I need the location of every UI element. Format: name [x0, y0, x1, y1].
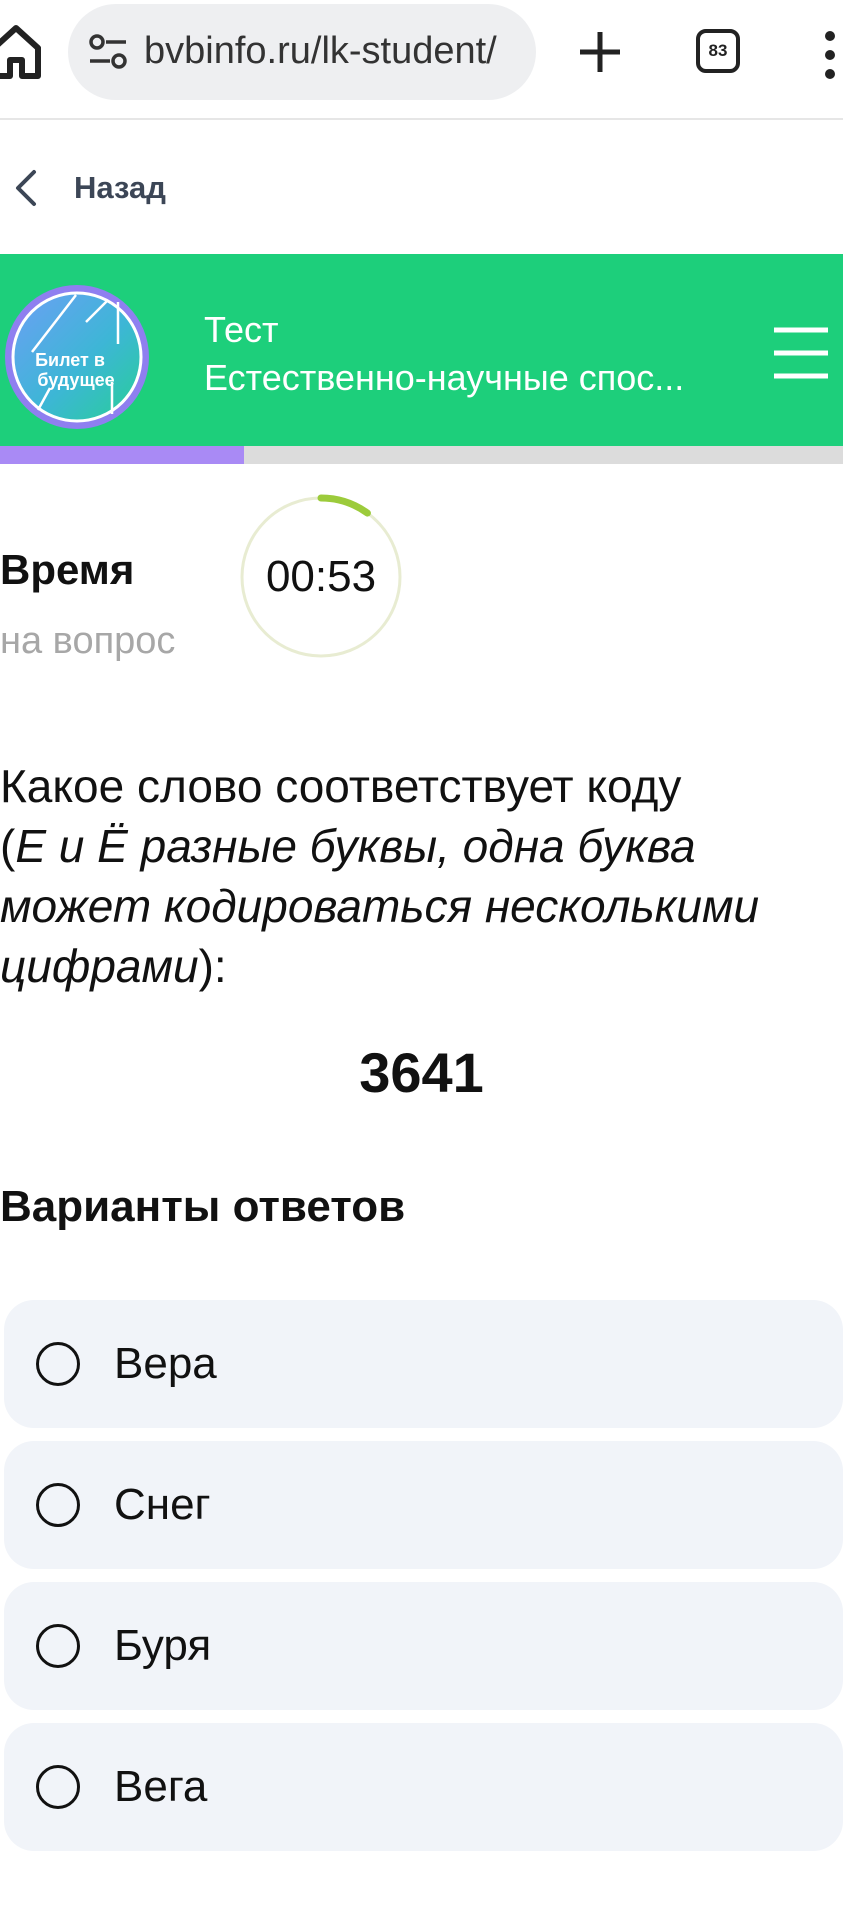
answers-title: Варианты ответов: [0, 1182, 406, 1231]
answer-option[interactable]: Вега: [4, 1723, 843, 1851]
back-label: Назад: [74, 170, 166, 205]
logo-text-line1: Билет в: [35, 350, 105, 370]
progress-bar: [0, 446, 843, 464]
test-header: Билет в будущее Тест Естественно-научные…: [0, 254, 843, 446]
bilet-v-budushchee-logo: Билет в будущее: [5, 285, 149, 429]
answer-option[interactable]: Вера: [4, 1300, 843, 1428]
progress-fill: [0, 446, 245, 464]
radio-button[interactable]: [36, 1765, 80, 1809]
answer-option[interactable]: Снег: [4, 1441, 843, 1569]
time-sublabel: на вопрос: [0, 620, 176, 662]
hamburger-icon[interactable]: [772, 324, 830, 382]
radio-button[interactable]: [36, 1342, 80, 1386]
url-text[interactable]: bvbinfo.ru/lk-student/: [144, 30, 524, 73]
question-note: Е и Ё разные буквы, одна буква может код…: [0, 820, 760, 992]
site-info-icon[interactable]: [88, 34, 128, 70]
answer-option-label: Снег: [114, 1480, 211, 1529]
home-icon[interactable]: [0, 18, 44, 84]
address-bar[interactable]: bvbinfo.ru/lk-student/: [68, 4, 536, 100]
question-text: Какое слово соответствует коду (Е и Ё раз…: [0, 756, 835, 996]
question-code: 3641: [359, 1041, 484, 1104]
answer-option[interactable]: Буря: [4, 1582, 843, 1710]
answer-option-label: Вера: [114, 1339, 217, 1388]
tabs-icon[interactable]: 83: [696, 29, 740, 73]
test-subtitle: Естественно-научные спос...: [204, 357, 685, 398]
plus-icon[interactable]: [574, 26, 626, 78]
answer-option-label: Вега: [114, 1762, 208, 1811]
question-open-paren: (: [0, 820, 16, 872]
chevron-left-icon: [16, 170, 36, 206]
more-vert-icon[interactable]: [820, 28, 840, 82]
test-title: Тест: [204, 309, 279, 350]
timer-value: 00:53: [265, 552, 377, 601]
back-button[interactable]: Назад: [10, 160, 166, 216]
header-text: Тест Естественно-научные спос...: [204, 306, 754, 402]
radio-button[interactable]: [36, 1624, 80, 1668]
question-close: ):: [198, 940, 227, 992]
time-label: Время: [0, 546, 135, 593]
answer-option-label: Буря: [114, 1621, 212, 1670]
radio-button[interactable]: [36, 1483, 80, 1527]
question-lead: Какое слово соответствует коду: [0, 760, 682, 812]
logo-text-line2: будущее: [37, 370, 114, 390]
browser-toolbar: bvbinfo.ru/lk-student/ 83: [0, 0, 843, 120]
